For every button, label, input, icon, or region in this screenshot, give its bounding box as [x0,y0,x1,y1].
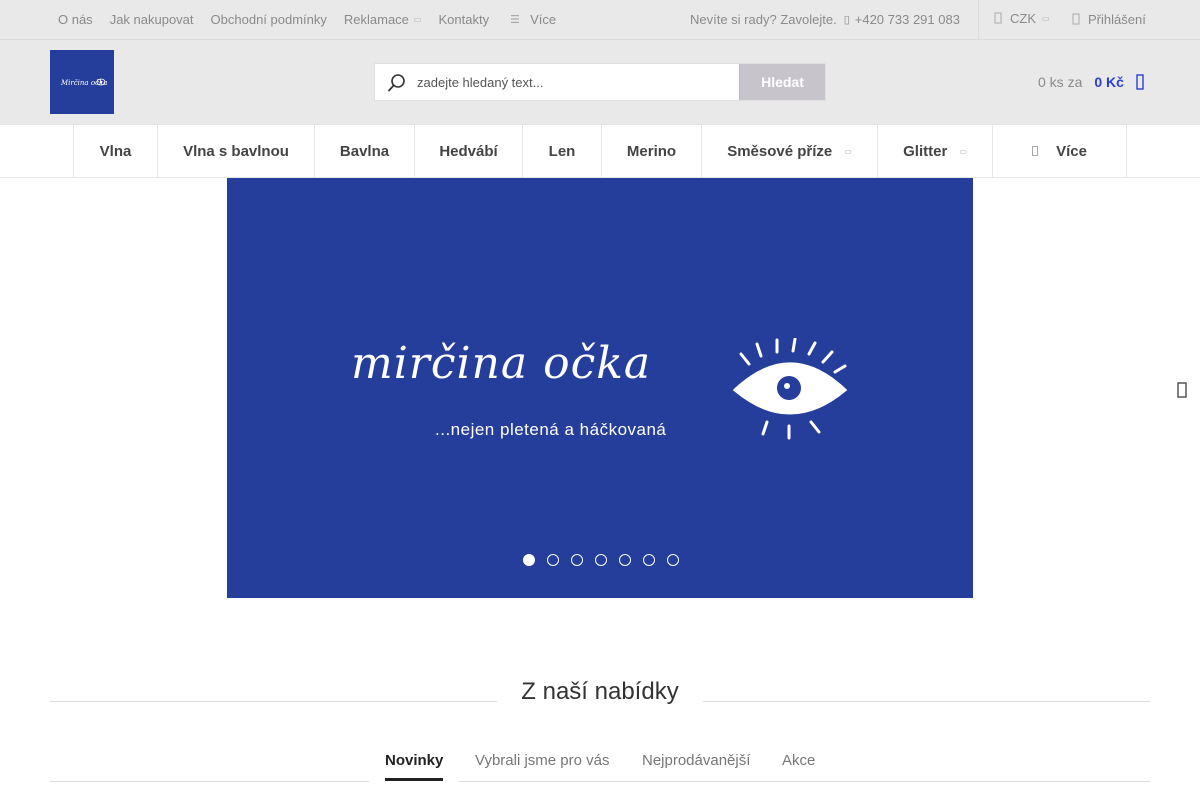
hero-banner[interactable]: mirčina očka ...nejen pletená a háčkovan… [227,178,973,598]
cart-summary[interactable]: 0 ks za 0 Kč [1038,74,1144,90]
tab-label: Novinky [385,752,444,769]
top-bar: O nás Jak nakupovat Obchodní podmínky Re… [0,0,1200,40]
section-title: Z naší nabídky [497,678,703,706]
banner-brand: mirčina očka [351,338,652,389]
carousel-dot-5[interactable] [619,554,631,566]
carousel-next-icon[interactable] [1176,380,1188,400]
top-nav-label: Obchodní podmínky [210,11,327,27]
eye-icon [732,338,848,440]
carousel-dot-4[interactable] [595,554,607,566]
category-label: Glitter [903,142,948,160]
carousel-dot-2[interactable] [547,554,559,566]
top-nav-label: Více [530,11,557,27]
category-glitter[interactable]: Glitter ▭ [877,125,992,177]
carousel-dot-1[interactable] [523,554,535,566]
cart-quantity: 0 ks za [1038,74,1083,90]
category-smesove-prize[interactable]: Směsové příze ▭ [701,125,877,177]
category-hedvabi[interactable]: Hedvábí [414,125,522,177]
category-label: Len [548,142,576,160]
search-input[interactable] [417,64,739,100]
category-label: Merino [626,142,677,160]
phone-number[interactable]: +420 733 291 083 [855,12,960,27]
top-nav-label: Reklamace [343,11,409,27]
divider [978,0,979,39]
tab-nejprodavanejsi[interactable]: Nejprodávanější [642,752,750,769]
top-nav-label: O nás [58,11,93,27]
divider [50,701,497,702]
search-button-label: Hledat [761,74,804,90]
top-nav-obchodni-podminky[interactable]: Obchodní podmínky [211,12,327,27]
currency-selector[interactable]: CZK ▭ [994,0,1050,36]
phone-icon: ▯ [843,13,850,26]
banner-tagline: ...nejen pletená a háčkovaná [435,420,667,439]
carousel-dot-7[interactable] [667,554,679,566]
category-vice[interactable]: Více [992,125,1127,177]
category-bavlna[interactable]: Bavlna [314,125,414,177]
chevron-down-icon: ▭ [413,14,422,24]
category-label: Více [1056,142,1087,160]
chevron-down-icon: ▭ [844,146,852,156]
category-label: Vlna [99,142,132,160]
bars-icon [511,15,520,23]
divider [459,781,1150,782]
carousel-dot-3[interactable] [571,554,583,566]
search-icon[interactable] [387,73,407,93]
divider [703,701,1150,702]
tab-label: Akce [782,752,816,769]
category-navigation: Vlna Vlna s bavlnou Bavlna Hedvábí Len M… [0,124,1200,178]
top-nav-o-nas[interactable]: O nás [58,12,93,27]
chevron-down-icon: ▭ [1042,13,1050,23]
top-navigation: O nás Jak nakupovat Obchodní podmínky Re… [58,0,573,38]
site-logo[interactable]: Mirčina očka [50,50,114,114]
active-tab-indicator [385,778,443,781]
bars-icon [1032,146,1039,156]
cart-icon [1136,74,1144,90]
login-link[interactable]: Přihlášení [1072,0,1146,38]
top-nav-kontakty[interactable]: Kontakty [438,12,489,27]
cart-price: 0 Kč [1094,74,1124,90]
category-merino[interactable]: Merino [601,125,701,177]
coins-icon [994,12,1002,24]
header: Mirčina očka Hledat 0 ks za 0 Kč [0,40,1200,124]
top-nav-jak-nakupovat[interactable]: Jak nakupovat [110,12,194,27]
category-label: Hedvábí [439,142,498,160]
tab-label: Nejprodávanější [642,752,751,769]
top-nav-reklamace[interactable]: Reklamace ▭ [344,12,422,27]
logo-mark: Mirčina očka [60,78,107,87]
category-label: Bavlna [339,142,390,160]
svg-text:Mirčina očka: Mirčina očka [60,79,107,87]
divider [50,781,369,782]
user-icon [1072,13,1080,25]
top-nav-vice[interactable]: Více [506,12,556,27]
search-box: Hledat [374,63,826,101]
help-text: Nevíte si rady? Zavolejte. [690,11,837,27]
tab-novinky[interactable]: Novinky [385,752,443,769]
category-vlna[interactable]: Vlna [73,125,157,177]
category-len[interactable]: Len [522,125,601,177]
carousel-dot-6[interactable] [643,554,655,566]
help-phone: Nevíte si rady? Zavolejte. ▯ +420 733 29… [690,0,960,38]
chevron-down-icon: ▭ [959,146,967,156]
category-label: Vlna s bavlnou [183,142,289,160]
currency-label: CZK [1010,10,1036,26]
tab-vybrali-jsme-pro-vas[interactable]: Vybrali jsme pro vás [475,752,610,769]
category-vlna-s-bavlnou[interactable]: Vlna s bavlnou [157,125,314,177]
category-label: Směsové příze [727,142,833,160]
tab-akce[interactable]: Akce [782,752,815,769]
login-label: Přihlášení [1088,11,1146,27]
search-button[interactable]: Hledat [739,64,825,100]
tab-label: Vybrali jsme pro vás [475,752,610,769]
top-nav-label: Jak nakupovat [109,11,194,27]
top-nav-label: Kontakty [438,11,490,27]
carousel-dots [523,554,691,566]
